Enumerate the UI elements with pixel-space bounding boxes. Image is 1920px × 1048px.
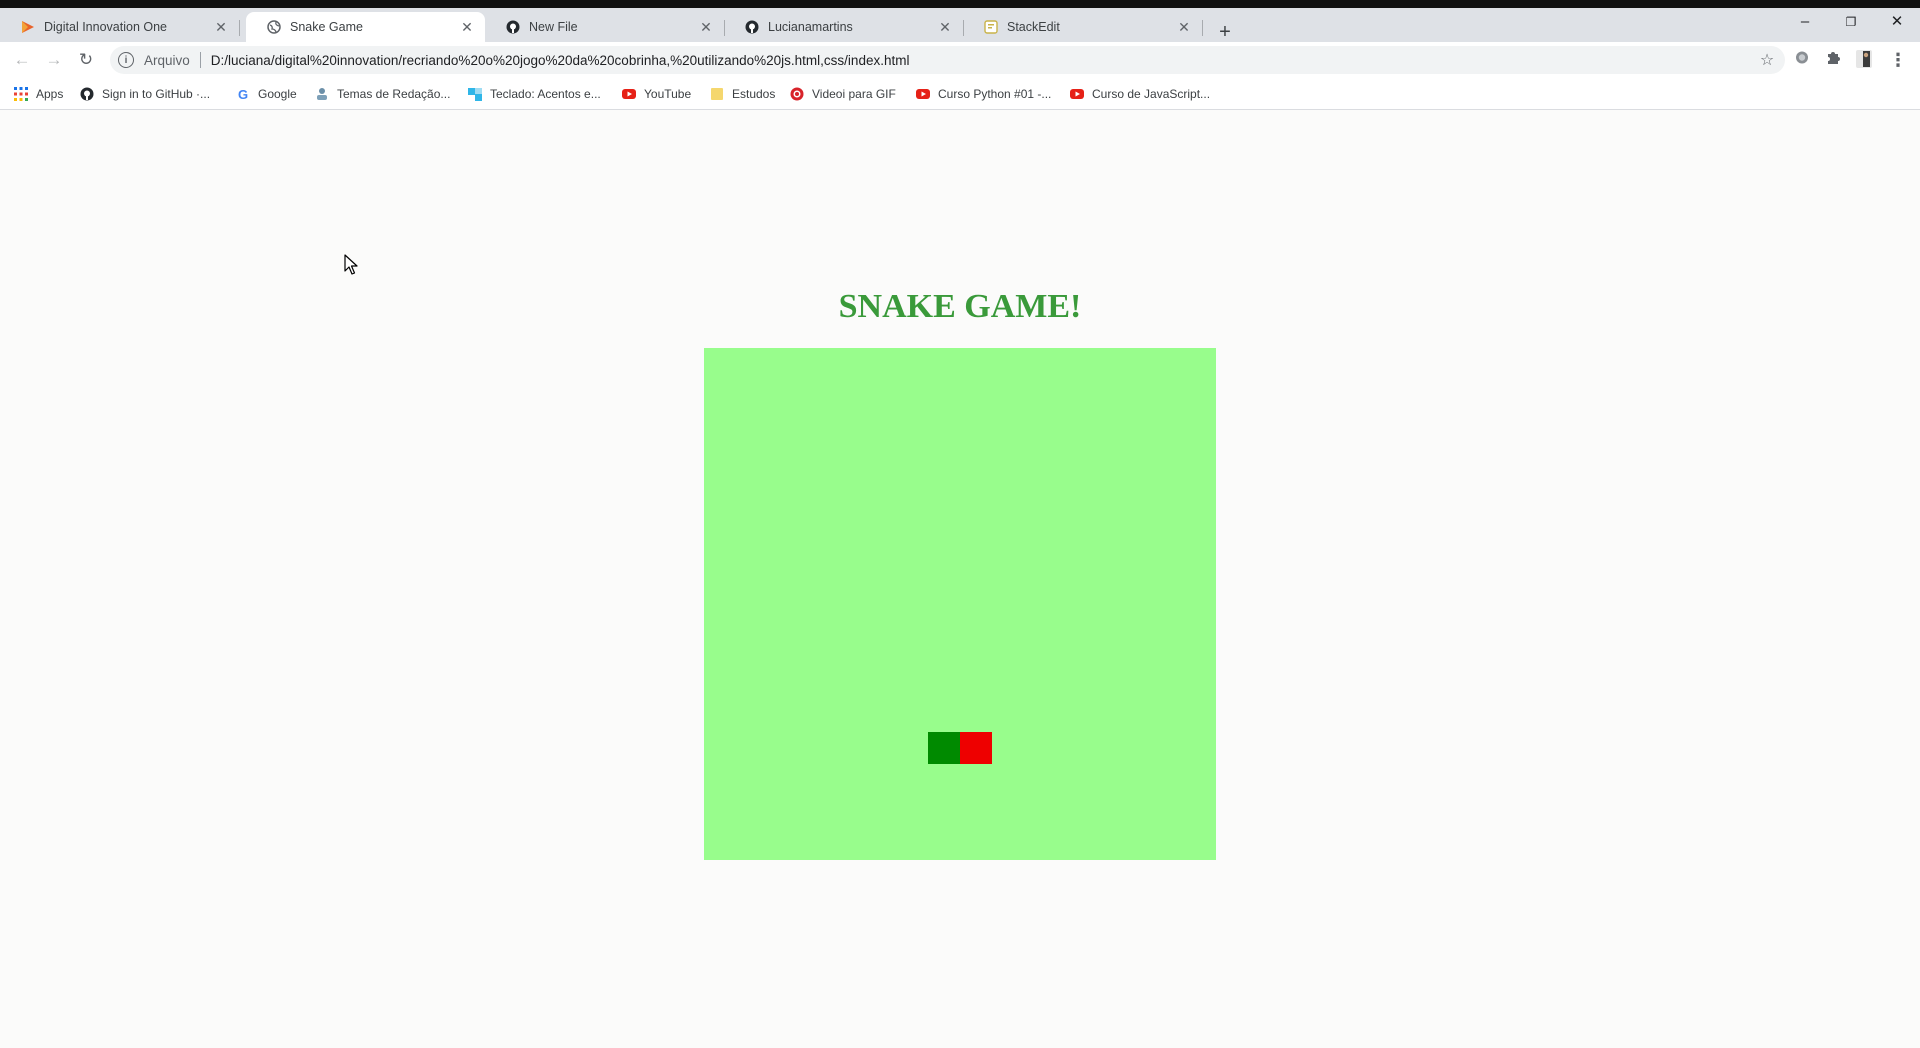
tab-title: New File (529, 20, 578, 34)
tab-separator (239, 20, 240, 36)
tab-digital-innovation-one[interactable]: Digital Innovation One ✕ (0, 12, 240, 42)
globe-icon (266, 19, 282, 35)
bookmark-teclado[interactable]: Teclado: Acentos e... (468, 84, 601, 104)
bookmark-label: Apps (36, 87, 64, 101)
bookmark-label: Temas de Redação... (337, 87, 451, 101)
tab-title: Snake Game (290, 20, 363, 34)
window-top-edge (0, 0, 1920, 8)
google-icon: G (237, 86, 249, 102)
scheme-label: Arquivo (144, 52, 190, 68)
bookmark-github[interactable]: Sign in to GitHub ·... (80, 84, 210, 104)
game-board[interactable] (704, 348, 1216, 860)
tab-title: Lucianamartins (768, 20, 853, 34)
folder-icon (710, 87, 724, 101)
close-icon[interactable]: ✕ (937, 19, 953, 35)
bookmarks-bar: Apps Sign in to GitHub ·... G Google Tem… (0, 78, 1920, 110)
puzzle-icon[interactable] (1822, 49, 1844, 71)
github-icon (80, 87, 94, 101)
bookmark-label: Sign in to GitHub ·... (102, 87, 211, 101)
youtube-icon (916, 87, 930, 101)
tab-snake-game[interactable]: Snake Game ✕ (246, 12, 485, 42)
bookmark-label: Estudos (732, 87, 776, 101)
address-bar[interactable]: i Arquivo D:/luciana/digital%20innovatio… (110, 46, 1785, 74)
omnibox-divider (199, 52, 201, 68)
bookmark-label: Curso Python #01 -... (938, 87, 1052, 101)
url-text[interactable]: D:/luciana/digital%20innovation/recriand… (211, 53, 1755, 68)
bookmark-temas-redacao[interactable]: Temas de Redação... (315, 84, 450, 104)
bookmark-youtube[interactable]: YouTube (622, 84, 691, 104)
bookmark-label: YouTube (644, 87, 692, 101)
bookmark-site-icon (790, 87, 804, 101)
close-icon[interactable]: ✕ (1176, 19, 1192, 35)
star-icon[interactable]: ☆ (1755, 50, 1779, 70)
bookmark-label: Teclado: Acentos e... (490, 87, 601, 101)
bookmark-google[interactable]: G Google (236, 84, 297, 104)
close-icon[interactable]: ✕ (213, 19, 229, 35)
menu-icon[interactable]: ⋮ (1887, 49, 1909, 71)
mouse-cursor-icon (344, 254, 358, 281)
tab-new-file[interactable]: New File ✕ (485, 12, 725, 42)
food (960, 732, 992, 764)
tab-stackedit[interactable]: StackEdit ✕ (963, 12, 1203, 42)
bookmark-site-icon (315, 87, 329, 101)
bookmark-site-icon (468, 87, 482, 101)
browser-toolbar: ← → ↻ i Arquivo D:/luciana/digital%20inn… (0, 42, 1920, 78)
bookmark-label: Google (258, 87, 297, 101)
stackedit-icon (983, 19, 999, 35)
profile-avatar[interactable] (1853, 49, 1875, 71)
tab-lucianamartins[interactable]: Lucianamartins ✕ (724, 12, 964, 42)
back-button[interactable]: ← (10, 48, 34, 72)
github-icon (744, 19, 760, 35)
restore-button[interactable]: ❐ (1828, 8, 1874, 38)
bookmark-folder-estudos[interactable]: Estudos (710, 84, 775, 104)
tab-title: StackEdit (1007, 20, 1060, 34)
github-icon (505, 19, 521, 35)
close-icon[interactable]: ✕ (698, 19, 714, 35)
bookmark-curso-javascript[interactable]: Curso de JavaScript... (1070, 84, 1210, 104)
dio-icon (20, 19, 36, 35)
tab-bar: Digital Innovation One ✕ Snake Game ✕ Ne… (0, 8, 1920, 43)
bookmark-apps[interactable]: Apps (14, 84, 63, 104)
bookmark-video-gif[interactable]: Videoi para GIF (790, 84, 896, 104)
youtube-icon (1070, 87, 1084, 101)
apps-grid-icon (14, 87, 28, 101)
bookmark-curso-python[interactable]: Curso Python #01 -... (916, 84, 1051, 104)
tab-title: Digital Innovation One (44, 20, 167, 34)
close-window-button[interactable]: ✕ (1874, 8, 1920, 38)
bookmark-label: Curso de JavaScript... (1092, 87, 1211, 101)
bookmark-label: Videoi para GIF (812, 87, 896, 101)
youtube-icon (622, 87, 636, 101)
close-icon[interactable]: ✕ (459, 19, 475, 35)
minimize-button[interactable]: – (1782, 8, 1828, 38)
forward-button[interactable]: → (42, 48, 66, 72)
page-content: SNAKE GAME! (0, 110, 1920, 1048)
extension-icon[interactable] (1791, 49, 1813, 71)
snake-head (928, 732, 960, 764)
tab-separator (1202, 20, 1203, 36)
info-icon[interactable]: i (118, 52, 134, 68)
reload-button[interactable]: ↻ (74, 48, 98, 72)
game-title: SNAKE GAME! (838, 288, 1082, 325)
